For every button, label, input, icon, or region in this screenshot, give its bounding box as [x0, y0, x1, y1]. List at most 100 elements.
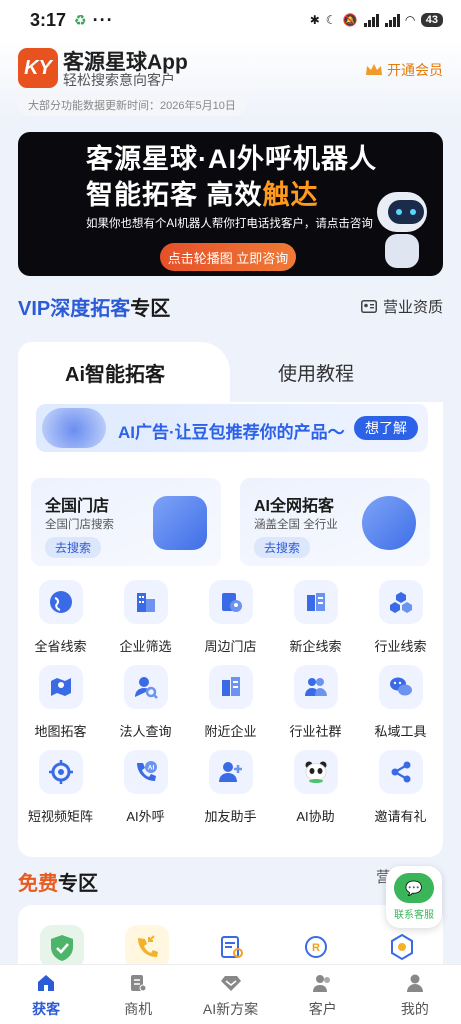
bluetooth-icon: ✱ — [309, 13, 320, 27]
banner-line2-main: 智能拓客 高效 — [86, 180, 263, 210]
grid-item[interactable]: 加友助手 — [188, 750, 273, 830]
grid-item[interactable]: 周边门店 — [188, 580, 273, 660]
app-header: KY 客源星球App 轻松搜索意向客户 开通会员 大部分功能数据更新时间：202… — [0, 40, 461, 120]
grid-item[interactable]: AI AI外呼 — [103, 750, 188, 830]
feature-subtitle: 全国门店搜索 — [45, 519, 114, 531]
tab-label: 商机 — [124, 1001, 153, 1017]
search-button[interactable]: 去搜索 — [254, 537, 311, 558]
new-company-icon — [293, 580, 338, 624]
contact-support-label: 联系客服 — [394, 910, 434, 921]
grid-item[interactable]: 行业社群 — [273, 665, 358, 745]
vip-title-highlight: VIP深度拓客 — [18, 298, 131, 320]
tab-opportunity[interactable]: 商机 — [92, 965, 184, 1024]
shield-check-icon[interactable] — [40, 925, 84, 969]
grid-label: 加友助手 — [204, 809, 257, 824]
learn-more-button[interactable]: 想了解 — [354, 416, 418, 440]
tab-label: 客户 — [308, 1001, 337, 1017]
status-time: 3:17 — [30, 9, 67, 30]
grid-label: AI外呼 — [126, 809, 165, 824]
target-icon — [38, 750, 83, 794]
home-icon — [38, 975, 55, 991]
status-bar: 3:17 ♻ ··· ✱ ☾ 🔕 ◠ 43 — [0, 0, 461, 40]
grid-item[interactable]: 邀请有礼 — [358, 750, 443, 830]
grid-item[interactable]: 私域工具 — [358, 665, 443, 745]
profile-icon — [406, 974, 423, 992]
app-subtitle: 轻松搜索意向客户 — [63, 72, 175, 88]
feature-title: 全国门店 — [45, 498, 110, 515]
grid-label: 法人查询 — [119, 724, 172, 739]
vip-section-title: VIP深度拓客专区 — [18, 292, 170, 321]
grid-label: 全省线索 — [34, 639, 87, 654]
wechat-icon — [378, 665, 423, 709]
group-icon — [293, 665, 338, 709]
panda-icon — [293, 750, 338, 794]
svg-text:AI: AI — [147, 765, 154, 772]
feature-title: AI全网拓客 — [254, 498, 335, 515]
feature-ai-network[interactable]: AI全网拓客 涵盖全国 全行业 去搜索 — [240, 478, 430, 566]
tab-acquire[interactable]: 获客 — [0, 965, 92, 1024]
status-more: ··· — [92, 9, 114, 30]
banner-line2-highlight: 触达 — [262, 180, 319, 210]
grid-item[interactable]: 地图拓客 — [18, 665, 103, 745]
nearby-building-icon — [208, 665, 253, 709]
badge-icon[interactable] — [380, 925, 424, 969]
tab-label: 获客 — [32, 1001, 61, 1017]
search-button[interactable]: 去搜索 — [45, 537, 102, 558]
grid-item[interactable]: 附近企业 — [188, 665, 273, 745]
promo-banner[interactable]: 客源星球·AI外呼机器人 智能拓客 高效触达 如果你也想有个AI机器人帮你打电话… — [18, 132, 443, 276]
coin-search-icon[interactable]: R — [295, 925, 339, 969]
banner-line1: 客源星球·AI外呼机器人 — [86, 144, 377, 174]
feature-national-stores[interactable]: 全国门店 全国门店搜索 去搜索 — [31, 478, 221, 566]
map-pin-icon — [208, 580, 253, 624]
grid-label: 附近企业 — [204, 724, 257, 739]
map-icon — [38, 665, 83, 709]
banner-consult-button[interactable]: 点击轮播图 立即咨询 — [160, 243, 296, 271]
ai-ad-text: AI广告·让豆包推荐你的产品～ — [118, 423, 345, 442]
industry-cubes-icon — [378, 580, 423, 624]
tab-ai-prospecting[interactable]: Ai智能拓客 — [18, 342, 230, 402]
phone-incoming-icon[interactable] — [125, 925, 169, 969]
building-icon — [123, 580, 168, 624]
id-card-icon — [360, 300, 377, 313]
grid-item[interactable]: 法人查询 — [103, 665, 188, 745]
free-title-highlight: 免费 — [18, 873, 58, 895]
grid-item[interactable]: 新企线索 — [273, 580, 358, 660]
vip-label: 开通会员 — [387, 62, 443, 78]
vip-title-suffix: 专区 — [130, 298, 171, 320]
document-icon — [131, 975, 147, 992]
tab-customers[interactable]: 客户 — [277, 965, 369, 1024]
tab-ai-solution[interactable]: AI新方案 — [184, 965, 276, 1024]
mute-icon: 🔕 — [342, 13, 358, 27]
document-search-icon[interactable] — [210, 925, 254, 969]
grid-item[interactable]: 全省线索 — [18, 580, 103, 660]
contact-support-button[interactable]: 💬 联系客服 — [386, 866, 442, 928]
free-section-title: 免费专区 — [18, 867, 98, 896]
vip-button[interactable]: 开通会员 — [365, 60, 443, 80]
grid-item[interactable]: 企业筛选 — [103, 580, 188, 660]
tab-tutorial[interactable]: 使用教程 — [278, 359, 354, 386]
tab-label: AI新方案 — [202, 1001, 259, 1017]
battery-icon: 43 — [420, 13, 443, 27]
tab-mine[interactable]: 我的 — [369, 965, 461, 1024]
tab-bar-top: Ai智能拓客 使用教程 — [18, 342, 443, 402]
globe-icon — [38, 580, 83, 624]
ai-ad-strip[interactable]: AI广告·让豆包推荐你的产品～ 想了解 — [36, 404, 428, 452]
shopping-bag-icon — [153, 496, 207, 550]
phone-ai-icon: AI — [123, 750, 168, 794]
grid-label: 短视频矩阵 — [27, 809, 93, 824]
logo-text: KY — [24, 56, 52, 79]
mascot-icon — [42, 408, 106, 448]
crown-icon — [366, 64, 382, 75]
grid-item[interactable]: AI协助 — [273, 750, 358, 830]
license-link[interactable]: 营业资质 — [360, 296, 443, 317]
grid-label: 地图拓客 — [34, 724, 87, 739]
license-label: 营业资质 — [382, 299, 443, 316]
free-title-suffix: 专区 — [58, 873, 98, 895]
chat-bubble-icon: 💬 — [394, 873, 434, 903]
share-icon — [378, 750, 423, 794]
grid-item[interactable]: 短视频矩阵 — [18, 750, 103, 830]
grid-item[interactable]: 行业线索 — [358, 580, 443, 660]
vip-card: Ai智能拓客 使用教程 AI广告·让豆包推荐你的产品～ 想了解 全国门店 全国门… — [18, 342, 443, 857]
grid-label: 新企线索 — [289, 639, 342, 654]
grid-label: 企业筛选 — [119, 639, 172, 654]
